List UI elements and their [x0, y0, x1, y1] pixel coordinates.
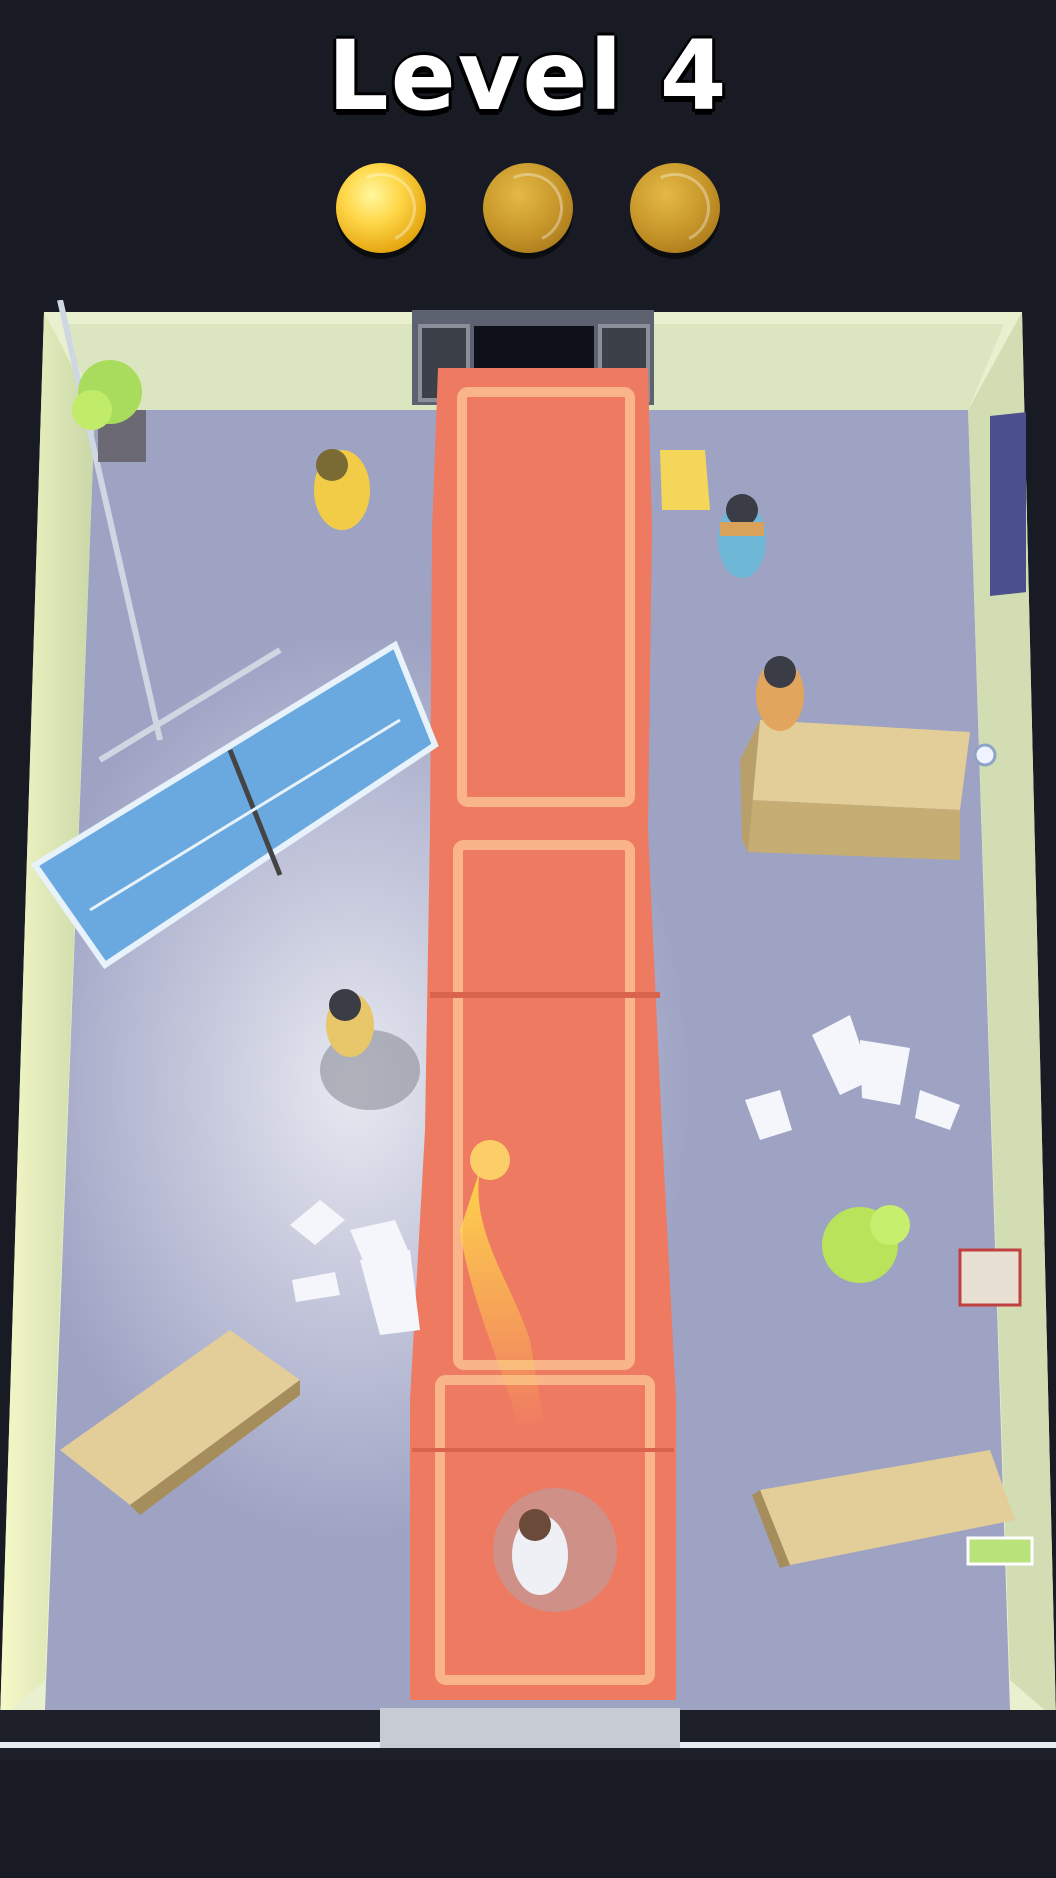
wet-floor-sign	[660, 450, 710, 510]
game-room[interactable]	[0, 300, 1056, 1760]
hud: Level 4	[0, 0, 1056, 290]
star-coin-3	[630, 163, 720, 253]
book-stack	[958, 1248, 1022, 1307]
water-cup	[973, 743, 997, 767]
player-character[interactable]	[493, 1488, 617, 1612]
cash-bundle	[966, 1536, 1034, 1566]
star-coin-1-earned	[336, 163, 426, 253]
thrown-object	[470, 1140, 510, 1180]
wooden-crates	[740, 720, 970, 860]
star-coin-2	[483, 163, 573, 253]
level-title: Level 4	[327, 20, 729, 132]
entrance-steps	[380, 1708, 680, 1748]
wall-poster	[990, 412, 1026, 596]
